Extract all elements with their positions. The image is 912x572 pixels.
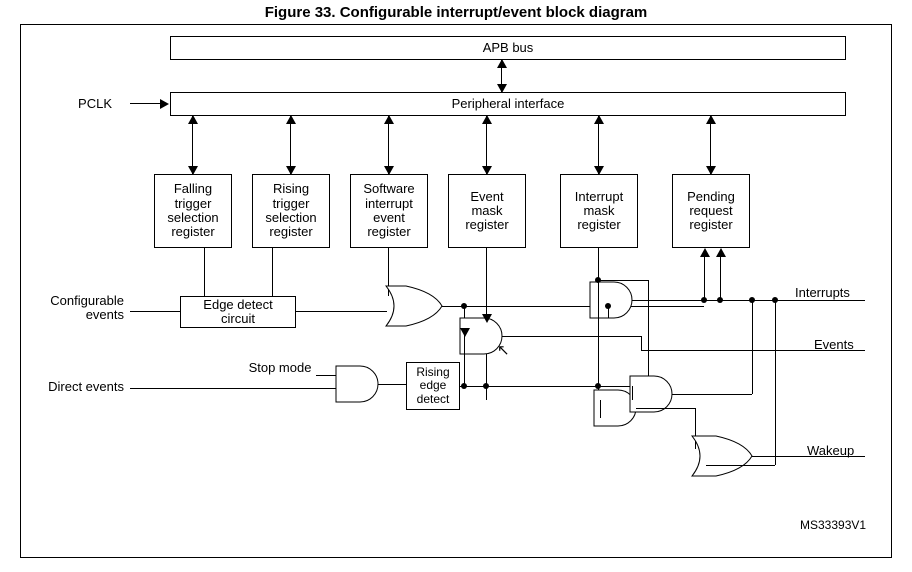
interrupt-mask-register: Interrupt mask register [560, 174, 638, 248]
peripheral-interface-label: Peripheral interface [452, 97, 565, 111]
pclk-label: PCLK [58, 97, 112, 111]
edge-detect-circuit: Edge detect circuit [180, 296, 296, 328]
or-gate-wakeup [690, 436, 754, 476]
or-gate-config [384, 286, 444, 326]
software-interrupt-event-register: Software interrupt event register [350, 174, 428, 248]
apb-bus-block: APB bus [170, 36, 846, 60]
event-mask-register: Event mask register [448, 174, 526, 248]
interrupts-label: Interrupts [795, 286, 875, 300]
rising-edge-detect: Rising edge detect [406, 362, 460, 410]
rising-trigger-register: Rising trigger selection register [252, 174, 330, 248]
configurable-events-label: Configurable events [24, 294, 124, 323]
figure-caption: Figure 33. Configurable interrupt/event … [0, 4, 912, 21]
falling-trigger-register: Falling trigger selection register [154, 174, 232, 248]
apb-bus-label: APB bus [483, 41, 534, 55]
figure-ref-code: MS33393V1 [800, 518, 866, 532]
diagram-canvas: Figure 33. Configurable interrupt/event … [0, 0, 912, 572]
direct-events-label: Direct events [24, 380, 124, 394]
pending-request-register: Pending request register [672, 174, 750, 248]
peripheral-interface-block: Peripheral interface [170, 92, 846, 116]
stop-mode-label: Stop mode [240, 361, 320, 375]
